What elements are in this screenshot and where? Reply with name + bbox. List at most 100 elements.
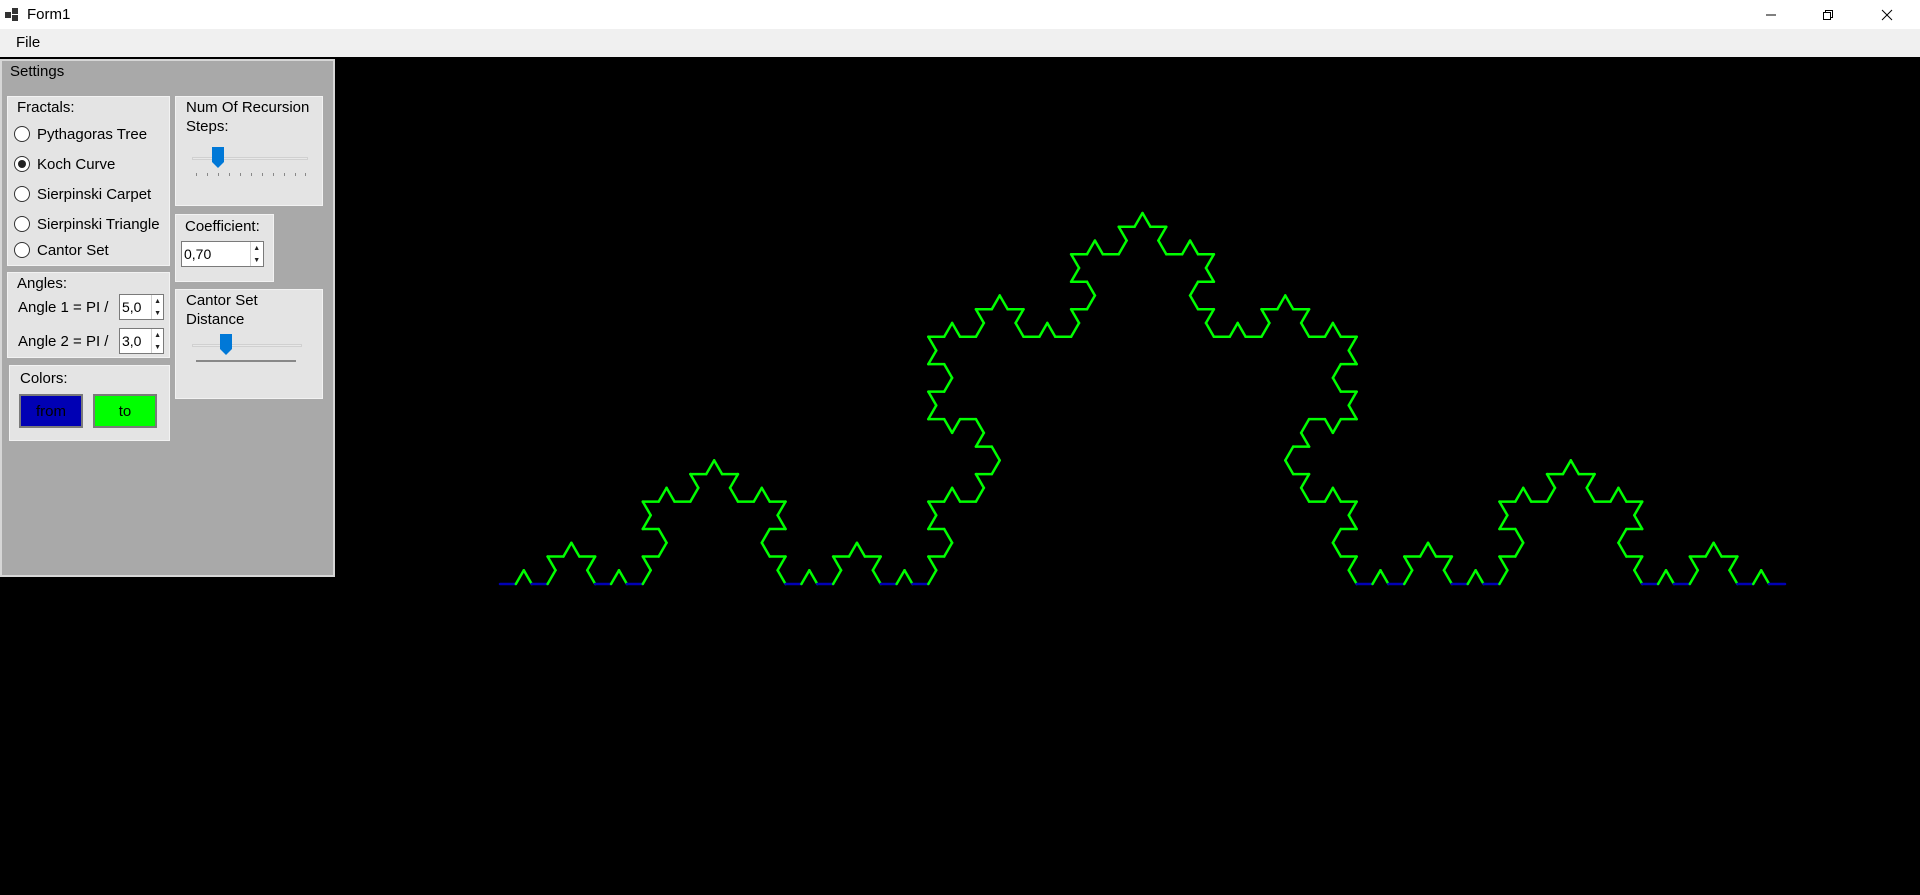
koch-segment — [562, 541, 573, 558]
koch-segment — [1585, 486, 1596, 503]
koch-segment — [1331, 541, 1343, 558]
koch-segment — [990, 294, 1001, 311]
radio-sierpinski-triangle[interactable]: Sierpinski Triangle — [14, 213, 160, 235]
radio-sierpinski-carpet[interactable]: Sierpinski Carpet — [14, 183, 151, 205]
coefficient-spinner[interactable]: ▲ ▼ — [181, 241, 264, 267]
radio-indicator-checked[interactable] — [14, 156, 30, 172]
koch-segment — [927, 335, 938, 352]
koch-segment — [1228, 321, 1239, 338]
koch-segment — [800, 569, 811, 586]
koch-segment — [1521, 486, 1533, 503]
minimize-button[interactable] — [1748, 0, 1794, 29]
koch-segment — [665, 486, 676, 503]
recursion-title-line1: Num Of Recursion — [186, 99, 310, 116]
koch-segment — [927, 349, 938, 366]
radio-indicator[interactable] — [14, 186, 30, 202]
koch-segment — [1418, 541, 1430, 558]
radio-cantor-set[interactable]: Cantor Set — [14, 239, 109, 261]
koch-segment — [1188, 280, 1200, 297]
koch-segment — [974, 307, 986, 325]
menu-bar: File — [0, 29, 1920, 57]
koch-segment — [831, 569, 843, 586]
angle1-spinner[interactable]: ▲ ▼ — [119, 294, 164, 320]
koch-segment — [776, 555, 787, 572]
koch-segment — [1299, 486, 1311, 503]
from-color-button[interactable]: from — [19, 394, 83, 428]
koch-segment — [1347, 404, 1358, 421]
koch-segment — [1188, 294, 1200, 311]
koch-segment — [1260, 307, 1271, 325]
koch-segment — [522, 569, 533, 586]
slider-thumb[interactable] — [212, 147, 224, 169]
koch-segment — [641, 555, 652, 572]
spin-down-icon[interactable]: ▼ — [152, 341, 163, 353]
koch-segment — [1688, 569, 1699, 586]
koch-segment — [760, 527, 771, 545]
koch-segment — [1284, 459, 1295, 476]
koch-segment — [776, 500, 787, 517]
koch-segment — [1752, 569, 1763, 586]
koch-segment — [1617, 541, 1628, 558]
koch-segment — [1204, 253, 1216, 270]
slider-track[interactable] — [192, 344, 302, 347]
spin-down-icon[interactable]: ▼ — [251, 254, 263, 266]
slider-track[interactable] — [192, 157, 308, 160]
koch-segment — [1331, 376, 1343, 393]
slider-thumb[interactable] — [220, 334, 232, 356]
koch-segment — [1323, 486, 1335, 503]
koch-segment — [1188, 239, 1200, 256]
koch-segment — [728, 486, 740, 503]
colors-title: Colors: — [20, 370, 68, 387]
koch-segment — [728, 472, 740, 490]
koch-segment — [570, 541, 581, 558]
koch-segment — [1569, 459, 1581, 476]
radio-indicator[interactable] — [14, 216, 30, 232]
cantor-distance-slider[interactable] — [192, 334, 308, 366]
angle1-input[interactable] — [120, 295, 152, 319]
koch-segment — [1403, 555, 1414, 572]
radio-label: Pythagoras Tree — [37, 125, 148, 143]
spin-up-icon[interactable]: ▲ — [251, 242, 263, 254]
koch-segment — [1069, 321, 1081, 338]
koch-segment — [1442, 569, 1454, 586]
koch-segment — [1299, 307, 1311, 325]
to-color-button[interactable]: to — [93, 394, 157, 428]
koch-segment — [1347, 335, 1358, 352]
koch-segment — [1038, 321, 1049, 338]
radio-koch-curve[interactable]: Koch Curve — [14, 153, 115, 175]
koch-segment — [1331, 417, 1343, 435]
settings-panel: Settings Fractals: Pythagoras Tree Koch … — [0, 59, 335, 577]
koch-segment — [1633, 569, 1644, 586]
spin-up-icon[interactable]: ▲ — [152, 329, 163, 341]
recursion-slider[interactable] — [192, 147, 308, 179]
koch-segment — [760, 486, 771, 503]
koch-segment — [1514, 486, 1525, 503]
radio-pythagoras-tree[interactable]: Pythagoras Tree — [14, 123, 147, 145]
spin-up-icon[interactable]: ▲ — [152, 295, 163, 307]
koch-segment — [942, 541, 954, 558]
spin-down-icon[interactable]: ▼ — [152, 307, 163, 319]
koch-segment — [641, 500, 652, 517]
koch-segment — [903, 569, 914, 586]
coefficient-input[interactable] — [182, 242, 250, 266]
koch-segment — [1498, 514, 1509, 531]
koch-segment — [641, 514, 652, 531]
angle2-spinner[interactable]: ▲ ▼ — [119, 328, 164, 354]
koch-segment — [927, 555, 938, 572]
koch-segment — [942, 417, 954, 435]
koch-segment — [657, 541, 668, 558]
radio-label: Koch Curve — [37, 155, 116, 173]
koch-segment — [1236, 321, 1247, 338]
angle2-input[interactable] — [120, 329, 152, 353]
close-button[interactable] — [1864, 0, 1910, 29]
window-title: Form1 — [27, 6, 71, 23]
menu-file[interactable]: File — [10, 33, 46, 53]
restore-button[interactable] — [1805, 0, 1851, 29]
radio-indicator[interactable] — [14, 126, 30, 142]
radio-indicator[interactable] — [14, 242, 30, 258]
koch-segment — [760, 541, 771, 558]
koch-segment — [942, 362, 954, 380]
koch-segment — [1299, 431, 1311, 448]
koch-segment — [974, 321, 986, 338]
koch-segment — [1704, 541, 1715, 558]
